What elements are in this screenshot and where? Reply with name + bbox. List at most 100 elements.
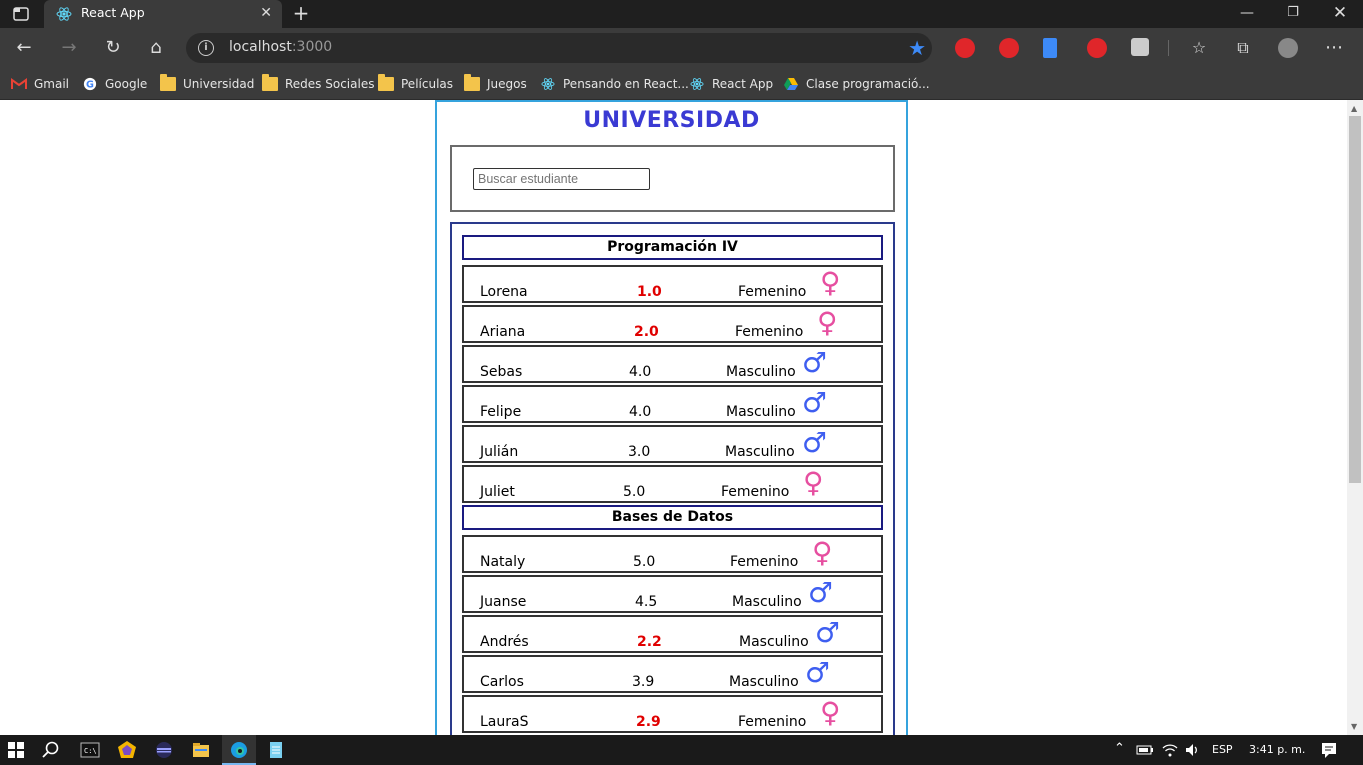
search-icon[interactable] [41,740,61,760]
reload-button[interactable]: ↻ [101,36,125,60]
extension-icon[interactable] [955,38,975,58]
bookmark-folder-juegos[interactable]: Juegos [464,73,527,95]
student-row: Felipe 4.0 Masculino ♂ [462,385,883,423]
notepad-icon[interactable] [266,740,286,760]
volume-icon[interactable] [1184,742,1202,758]
student-name: Felipe [480,404,522,420]
student-name: Juliet [480,484,515,500]
maximize-button[interactable]: ❐ [1273,2,1313,24]
student-name: Juanse [480,594,527,610]
student-grade: 5.0 [633,554,656,570]
close-window-button[interactable]: ✕ [1320,2,1360,24]
file-explorer-icon[interactable] [191,740,211,760]
browser-titlebar: React App ✕ + — ❐ ✕ [0,0,1363,28]
student-gender: Masculino [739,634,809,650]
bookmark-pensando-en-react[interactable]: Pensando en React... [540,73,689,95]
app-icon[interactable] [154,740,174,760]
student-gender: Femenino [735,324,804,340]
male-symbol-icon: ♂ [805,656,831,689]
folder-icon [262,74,278,91]
tray-chevron-icon[interactable]: ⌃ [1114,741,1125,756]
university-app: UNIVERSIDAD Programación IV Lorena 1.0 Feme… [435,100,908,735]
search-container [450,145,895,212]
student-grade: 4.5 [635,594,658,610]
female-symbol-icon: ♀ [812,536,833,569]
student-gender: Femenino [721,484,790,500]
student-grade: 2.0 [634,324,659,340]
url-text[interactable]: localhost:3000 [229,39,332,55]
bookmark-folder-redes-sociales[interactable]: Redes Sociales [262,73,374,95]
back-button[interactable]: ← [12,36,36,60]
male-symbol-icon: ♂ [808,576,834,609]
student-row: Juanse 4.5 Masculino ♂ [462,575,883,613]
wifi-icon[interactable] [1161,742,1179,758]
new-tab-button[interactable]: + [290,2,312,24]
browser-toolbar: ← → ↻ ⌂ i localhost:3000 ★ ☆ ⧉ ⋯ [0,28,1363,68]
bookmark-gmail[interactable]: Gmail [11,73,69,95]
page-scrollbar[interactable]: ▲ ▼ [1347,100,1363,735]
student-grade: 2.9 [636,714,661,730]
windows-start-icon[interactable] [6,740,26,760]
folder-icon [160,74,176,91]
student-name: Andrés [480,634,529,650]
windows-taskbar: C:\ ⌃ ESP 3:41 p. m. [0,735,1363,765]
student-row: Andrés 2.2 Masculino ♂ [462,615,883,653]
forward-button[interactable]: → [57,36,81,60]
bookmark-clase-programacion[interactable]: Clase programació... [783,73,930,95]
page-viewport: UNIVERSIDAD Programación IV Lorena 1.0 Feme… [0,100,1347,735]
scroll-down-icon[interactable]: ▼ [1351,722,1357,731]
close-tab-icon[interactable]: ✕ [260,5,272,21]
terminal-icon[interactable]: C:\ [80,740,100,760]
browser-tab-active[interactable]: React App ✕ [44,0,282,28]
male-symbol-icon: ♂ [815,616,841,649]
language-indicator[interactable]: ESP [1212,743,1233,756]
extension-icon[interactable] [1087,38,1107,58]
scrollbar-thumb[interactable] [1349,116,1361,483]
battery-icon[interactable] [1136,743,1154,757]
student-row: LauraS 2.9 Femenino ♀ [462,695,883,733]
student-name: Lorena [480,284,528,300]
tab-actions-icon[interactable] [6,4,36,24]
student-grade: 3.9 [632,674,655,690]
student-grade: 4.0 [629,364,652,380]
extension-icon[interactable] [1131,38,1149,56]
student-gender: Masculino [726,404,796,420]
student-name: Nataly [480,554,526,570]
female-symbol-icon: ♀ [820,266,841,299]
settings-more-button[interactable]: ⋯ [1322,36,1346,60]
bookmark-extension-icon[interactable] [1043,38,1057,58]
student-grade: 5.0 [623,484,646,500]
bookmark-google[interactable]: G Google [82,73,147,95]
taskbar-edge-active[interactable] [222,735,256,765]
clock[interactable]: 3:41 p. m. [1249,743,1305,756]
site-info-icon[interactable]: i [198,40,214,56]
student-gender: Masculino [729,674,799,690]
home-button[interactable]: ⌂ [144,36,168,60]
bookmark-folder-universidad[interactable]: Universidad [160,73,254,95]
folder-icon [464,74,480,91]
student-gender: Femenino [738,714,807,730]
minimize-button[interactable]: — [1227,2,1267,24]
bookmark-folder-peliculas[interactable]: Películas [378,73,453,95]
collections-icon[interactable]: ⧉ [1231,36,1255,60]
search-input[interactable] [473,168,650,190]
bookmark-react-app[interactable]: React App [689,73,773,95]
male-symbol-icon: ♂ [802,346,828,379]
favorites-icon[interactable]: ☆ [1187,36,1211,60]
student-grade: 1.0 [637,284,662,300]
favorite-star-icon[interactable]: ★ [908,36,926,60]
extension-icon[interactable] [999,38,1019,58]
address-bar[interactable]: i localhost:3000 ★ [186,33,932,63]
female-symbol-icon: ♀ [803,466,824,499]
student-name: Sebas [480,364,523,380]
student-name: Julián [480,444,519,460]
profile-avatar[interactable] [1278,38,1298,58]
drive-icon [784,78,798,90]
student-gender: Femenino [730,554,799,570]
react-icon [690,78,704,90]
scroll-up-icon[interactable]: ▲ [1351,104,1357,113]
app-icon[interactable] [117,740,137,760]
student-row: Nataly 5.0 Femenino ♀ [462,535,883,573]
female-symbol-icon: ♀ [817,306,838,339]
notifications-icon[interactable] [1320,741,1338,759]
